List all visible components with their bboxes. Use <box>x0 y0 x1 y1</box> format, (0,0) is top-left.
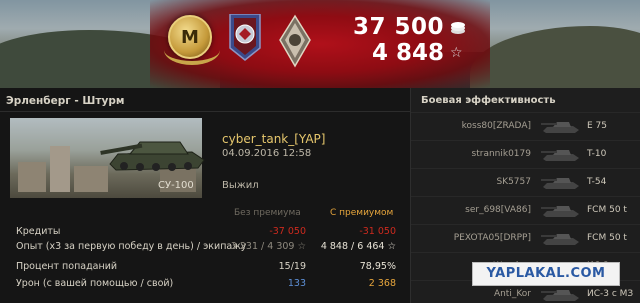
battle-datetime: 04.09.2016 12:58 <box>222 148 312 159</box>
tank-icon <box>541 206 579 217</box>
row-value-premium: 2 368 <box>368 278 396 289</box>
player-name: koss80[ZRADA] <box>461 121 531 131</box>
result-row-damage: Урон (с вашей помощью / свой) 133 2 368 <box>16 278 406 293</box>
experience-total: 4 848 <box>371 40 444 66</box>
tank-icon <box>541 150 579 161</box>
thumb-building <box>50 146 70 192</box>
player-name: PEXOTA05[DRPP] <box>453 233 531 243</box>
player-name: cyber_tank_[YAP] <box>222 132 326 146</box>
efficiency-row[interactable]: ser_698[VA86] FCM 50 t <box>411 196 640 224</box>
map-mode-title: Эрленберг - Штурм <box>6 95 125 107</box>
row-label: Процент попаданий <box>16 261 118 272</box>
tank-silhouette-icon <box>100 141 205 171</box>
efficiency-row[interactable]: koss80[ZRADA] E 75 <box>411 112 640 140</box>
mastery-medal-icon[interactable]: M <box>164 15 220 65</box>
tank-name: ИС-3 с МЗ <box>587 289 634 299</box>
tank-name: FCM 50 t <box>587 233 627 243</box>
player-name: Anti_Kor <box>493 289 531 299</box>
efficiency-row[interactable]: PEXOTA05[DRPP] FCM 50 t <box>411 224 640 252</box>
achievement-ribbon-icon[interactable] <box>226 14 264 66</box>
results-banner: M 37 500 4 848 ☆ <box>0 0 640 88</box>
watermark-logo: YAPLAKAL.COM <box>472 262 620 286</box>
thumb-building <box>18 162 46 192</box>
efficiency-row[interactable]: strannik0179 T-10 <box>411 140 640 168</box>
tank-icon <box>541 234 579 245</box>
tank-name: FCM 50 t <box>587 205 627 215</box>
row-value-premium: 4 848 / 6 464 ☆ <box>320 241 396 252</box>
result-row-experience: Опыт (x3 за первую победу в день) / экип… <box>16 241 406 256</box>
tank-icon <box>541 178 579 189</box>
tank-name: E 75 <box>587 121 607 131</box>
row-label: Кредиты <box>16 226 61 237</box>
tank-icon <box>541 122 579 133</box>
credits-total: 37 500 <box>352 14 444 40</box>
player-name: SK5757 <box>496 177 531 187</box>
credits-coin-icon <box>451 22 465 34</box>
player-name: strannik0179 <box>471 149 531 159</box>
row-value-premium: -31 050 <box>359 226 396 237</box>
tank-name: T-54 <box>587 177 607 187</box>
result-row-credits: Кредиты -37 050 -31 050 <box>16 226 406 241</box>
row-value-free: 15/19 <box>278 261 306 272</box>
tank-name: T-10 <box>587 149 607 159</box>
tank-name: СУ-100 <box>158 180 194 191</box>
row-label: Урон (с вашей помощью / свой) <box>16 278 174 289</box>
row-value-premium: 78,95% <box>359 261 396 272</box>
player-name: ser_698[VA86] <box>465 205 531 215</box>
battle-results-screen: M 37 500 4 848 ☆ Эрленберг - Штурм cyber… <box>0 0 640 303</box>
battle-details-panel: Эрленберг - Штурм cyber_tank_[YAP] 04.09… <box>0 88 410 303</box>
experience-star-icon: ☆ <box>450 45 463 61</box>
achievement-diamond-icon[interactable] <box>278 14 312 68</box>
mastery-letter: M <box>181 27 199 48</box>
row-value-free: 3 231 / 4 309 ☆ <box>230 241 306 252</box>
tank-icon <box>541 290 579 301</box>
column-header-free: Без премиума <box>234 208 301 218</box>
divider <box>0 111 410 112</box>
row-value-free: -37 050 <box>269 226 306 237</box>
survival-status: Выжил <box>222 180 259 191</box>
row-label: Опыт (x3 за первую победу в день) / экип… <box>16 241 247 252</box>
column-header-premium: С премиумом <box>330 208 394 218</box>
result-row-hit-percent: Процент попаданий 15/19 78,95% <box>16 261 406 276</box>
efficiency-title: Боевая эффективность <box>421 95 556 106</box>
row-value-free: 133 <box>287 278 306 289</box>
efficiency-row[interactable]: SK5757 T-54 <box>411 168 640 196</box>
